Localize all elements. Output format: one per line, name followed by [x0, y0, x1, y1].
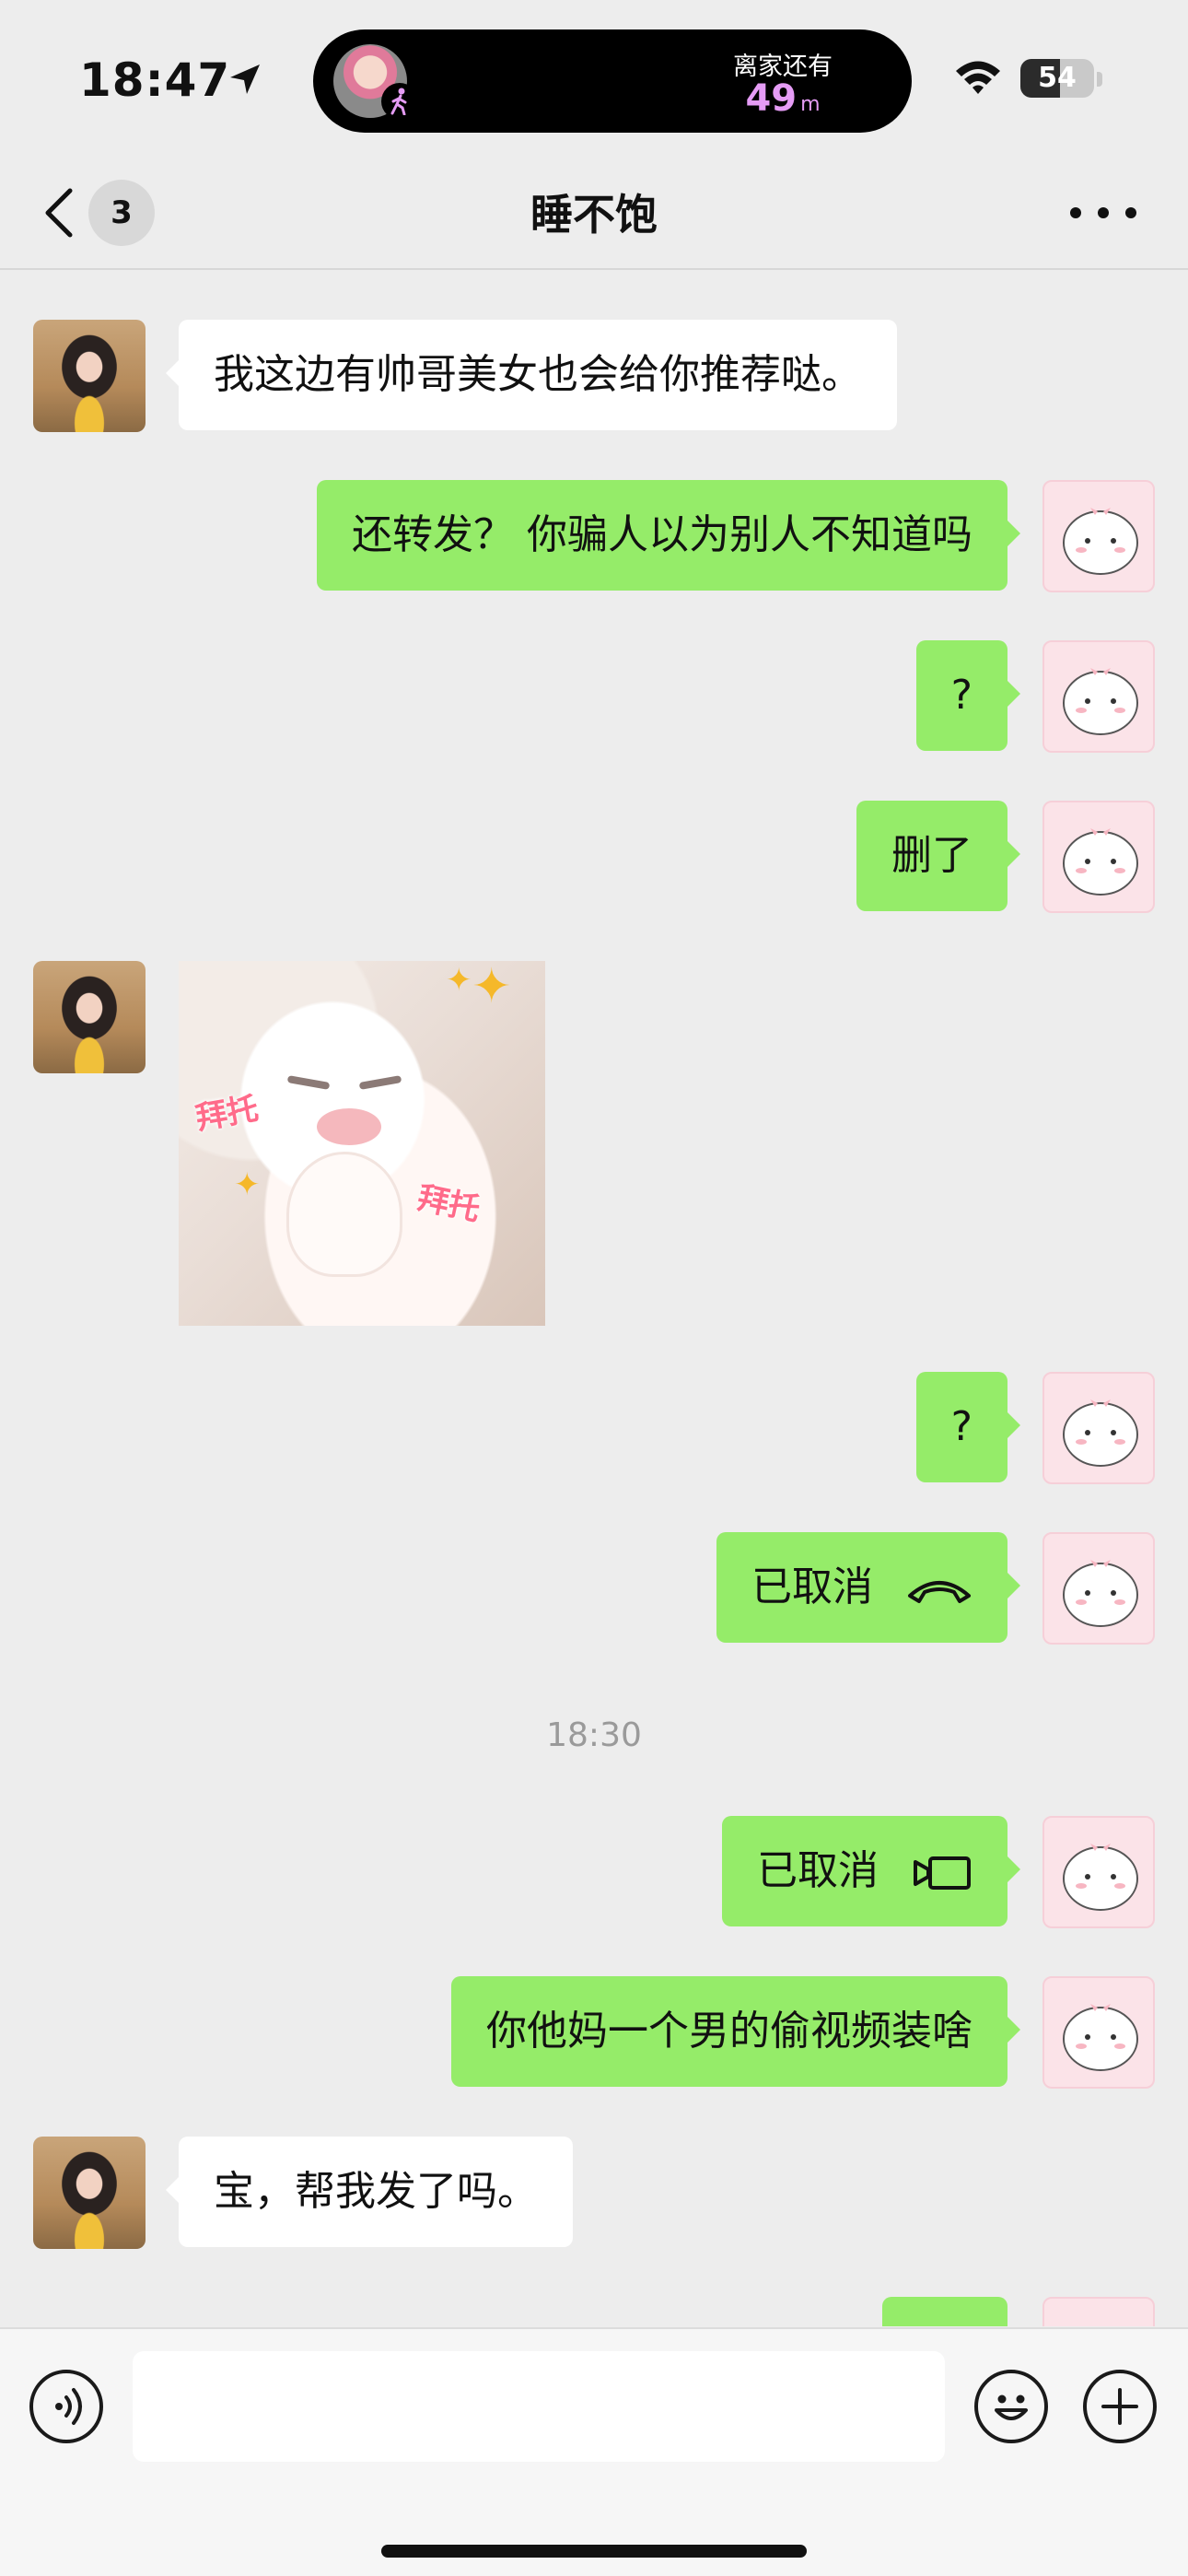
dynamic-island-live-activity[interactable]: 离家还有 49 m — [313, 29, 912, 133]
sparkle-icon: ✦ — [472, 961, 512, 1014]
my-avatar[interactable] — [1042, 640, 1155, 753]
sticker-text: 拜托 — [192, 1090, 262, 1138]
my-avatar[interactable] — [1042, 1816, 1155, 1928]
contact-avatar[interactable] — [33, 961, 146, 1073]
outgoing-message[interactable]: ? — [915, 1372, 1021, 1482]
outgoing-message[interactable]: 还转发？ 你骗人以为别人不知道吗 — [317, 480, 1020, 591]
video-call-record[interactable]: 已取消 — [722, 1816, 1020, 1926]
wifi-icon — [956, 61, 1000, 94]
home-indicator[interactable] — [381, 2545, 807, 2558]
contact-avatar[interactable] — [33, 2137, 146, 2249]
unread-count-badge: 3 — [88, 180, 155, 246]
outgoing-message-partial[interactable] — [882, 2297, 1007, 2326]
my-avatar[interactable] — [1042, 1976, 1155, 2089]
walking-person-icon — [381, 83, 418, 120]
cat-avatar-icon — [1063, 1560, 1138, 1627]
my-avatar[interactable] — [1042, 1532, 1155, 1645]
cat-sticker-image[interactable]: ✦ ✦ ✦ 拜托 拜托 — [179, 961, 545, 1326]
more-dots-icon[interactable] — [1070, 200, 1136, 224]
my-avatar[interactable] — [1042, 2297, 1155, 2326]
emoji-icon — [995, 2395, 1028, 2420]
chevron-left-icon — [45, 188, 73, 238]
back-button[interactable]: 3 — [37, 180, 166, 246]
sparkle-icon: ✦ — [234, 1166, 261, 1203]
battery-cap — [1097, 72, 1102, 87]
message-list[interactable]: 我这边有帅哥美女也会给你推荐哒。 还转发？ 你骗人以为别人不知道吗 ? 删了 ✦… — [0, 272, 1188, 2326]
battery-icon: 54 — [1020, 59, 1094, 98]
battery-level: 54 — [1038, 62, 1077, 94]
sticker-text: 拜托 — [413, 1179, 483, 1229]
call-status-text: 已取消 — [757, 1847, 879, 1894]
contact-avatar[interactable] — [33, 320, 146, 432]
location-arrow-icon — [230, 64, 260, 94]
time-separator: 18:30 — [546, 1716, 642, 1754]
my-avatar[interactable] — [1042, 1372, 1155, 1484]
my-avatar[interactable] — [1042, 801, 1155, 913]
cat-avatar-icon — [1063, 508, 1138, 575]
my-avatar[interactable] — [1042, 480, 1155, 592]
outgoing-message[interactable]: ? — [915, 640, 1021, 751]
cat-avatar-icon — [1063, 1399, 1138, 1467]
voice-call-record[interactable]: 已取消 — [716, 1532, 1020, 1643]
chat-nav-bar: 3 睡不饱 — [0, 152, 1188, 270]
incoming-message[interactable]: 宝，帮我发了吗。 — [166, 2137, 573, 2247]
chat-input-bar — [0, 2327, 1188, 2576]
voice-icon — [55, 2388, 82, 2425]
phone-hangup-icon — [908, 1581, 971, 1603]
video-camera-icon — [914, 1856, 971, 1890]
cat-avatar-icon — [1063, 828, 1138, 896]
sticker-cat-nose — [317, 1108, 381, 1145]
plus-icon — [1101, 2388, 1138, 2425]
sticker-cat-paws — [289, 1154, 400, 1274]
emoji-button[interactable] — [974, 2370, 1048, 2443]
sticker-cat-eye — [358, 1075, 402, 1090]
status-time: 18:47 — [79, 53, 231, 107]
call-status-text: 已取消 — [751, 1563, 873, 1610]
message-input[interactable] — [133, 2351, 945, 2462]
incoming-message[interactable]: 我这边有帅哥美女也会给你推荐哒。 — [166, 320, 897, 430]
voice-input-button[interactable] — [29, 2370, 103, 2443]
outgoing-message[interactable]: 你他妈一个男的偷视频装啥 — [451, 1976, 1020, 2087]
cat-avatar-icon — [1063, 668, 1138, 735]
status-bar: 18:47 离家还有 49 m 54 — [0, 0, 1188, 152]
outgoing-message[interactable]: 删了 — [856, 801, 1020, 911]
sticker-cat-eye — [286, 1075, 331, 1090]
more-functions-button[interactable] — [1083, 2370, 1157, 2443]
sparkle-icon: ✦ — [446, 962, 472, 999]
live-activity-distance: 49 m — [745, 77, 821, 120]
chat-title: 睡不饱 — [530, 190, 658, 240]
cat-avatar-icon — [1063, 1844, 1138, 1911]
cat-avatar-icon — [1063, 2004, 1138, 2071]
